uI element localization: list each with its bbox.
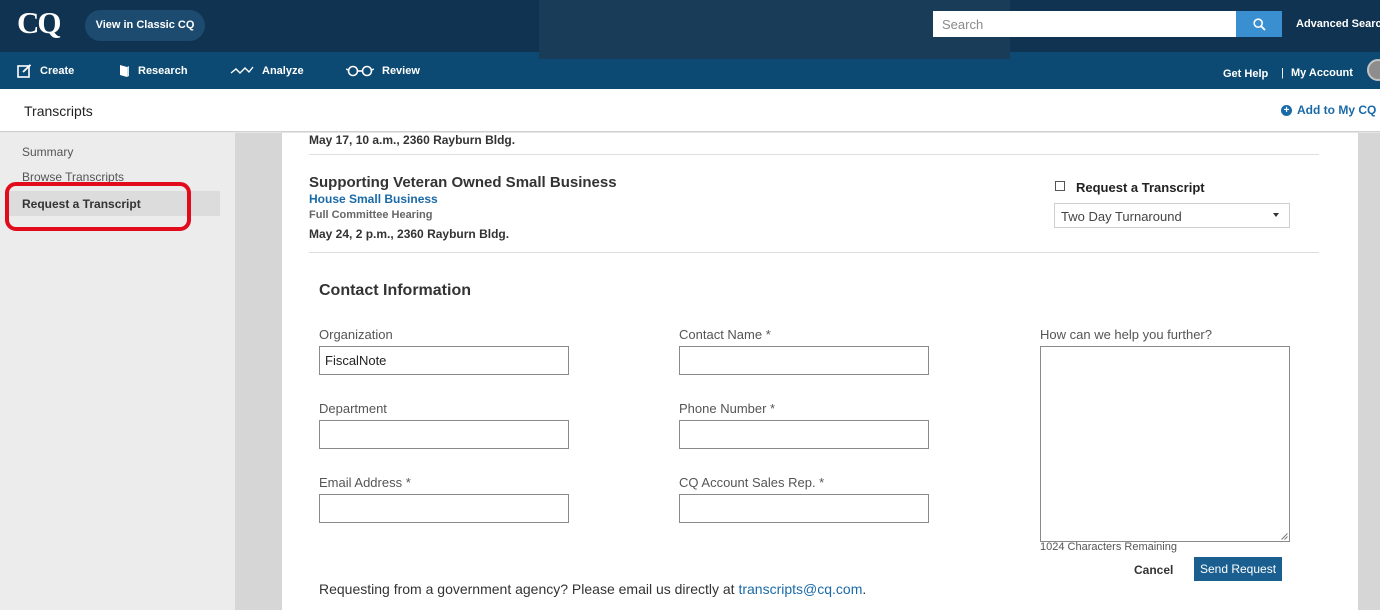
page-title: Transcripts bbox=[24, 103, 93, 119]
turnaround-selected-value: Two Day Turnaround bbox=[1061, 209, 1182, 224]
sidebar: Summary Browse Transcripts Request a Tra… bbox=[0, 133, 235, 610]
sidebar-item-request-transcript[interactable]: Request a Transcript bbox=[8, 191, 220, 216]
organization-field[interactable] bbox=[319, 346, 569, 375]
cq-logo[interactable]: CQ bbox=[17, 5, 61, 41]
nav-bar-shade bbox=[539, 52, 1010, 59]
divider bbox=[309, 252, 1319, 253]
contact-information-heading: Contact Information bbox=[319, 282, 471, 299]
contact-name-field[interactable] bbox=[679, 346, 929, 375]
sidebar-item-browse-transcripts[interactable]: Browse Transcripts bbox=[22, 170, 124, 184]
nav-review-label: Review bbox=[382, 64, 420, 77]
cancel-button[interactable]: Cancel bbox=[1134, 563, 1173, 577]
send-request-button[interactable]: Send Request bbox=[1194, 557, 1282, 581]
department-label: Department bbox=[319, 401, 387, 416]
view-classic-cq-button[interactable]: View in Classic CQ bbox=[85, 10, 205, 41]
search-button[interactable] bbox=[1236, 11, 1282, 37]
advanced-search-link[interactable]: Advanced Search bbox=[1296, 18, 1380, 30]
nav-bar: Create Research Analyze Review Get Help … bbox=[0, 52, 1380, 89]
analyze-icon bbox=[230, 66, 254, 74]
department-field[interactable] bbox=[319, 420, 569, 449]
content-gutter-left bbox=[235, 133, 282, 610]
hearing-date: May 24, 2 p.m., 2360 Rayburn Bldg. bbox=[309, 227, 510, 241]
footer-period: . bbox=[862, 581, 867, 597]
organization-label: Organization bbox=[319, 327, 393, 342]
nav-research[interactable]: Research bbox=[119, 52, 188, 89]
top-bar: CQ View in Classic CQ Advanced Search bbox=[0, 0, 1380, 59]
divider bbox=[309, 154, 1319, 155]
phone-number-field[interactable] bbox=[679, 420, 929, 449]
sales-rep-field[interactable] bbox=[679, 494, 929, 523]
phone-number-label: Phone Number * bbox=[679, 401, 776, 416]
hearing-type: Full Committee Hearing bbox=[309, 209, 433, 221]
nav-separator: | bbox=[1281, 67, 1284, 79]
search-input[interactable] bbox=[933, 11, 1236, 37]
previous-hearing-date: May 17, 10 a.m., 2360 Rayburn Bldg. bbox=[309, 133, 516, 147]
resize-grip-icon[interactable] bbox=[1281, 533, 1288, 540]
chevron-down-icon bbox=[1273, 213, 1279, 217]
turnaround-select[interactable]: Two Day Turnaround bbox=[1054, 203, 1290, 228]
main-content: May 17, 10 a.m., 2360 Rayburn Bldg. Supp… bbox=[282, 133, 1358, 610]
add-to-mycq-link[interactable]: + Add to My CQ bbox=[1281, 103, 1376, 117]
plus-circle-icon: + bbox=[1281, 104, 1292, 116]
nav-analyze-label: Analyze bbox=[262, 64, 304, 77]
email-field[interactable] bbox=[319, 494, 569, 523]
hearing-title: Supporting Veteran Owned Small Business bbox=[309, 174, 617, 191]
sidebar-item-summary[interactable]: Summary bbox=[22, 145, 73, 159]
review-icon bbox=[346, 65, 374, 76]
sidebar-item-label: Request a Transcript bbox=[22, 197, 141, 211]
get-help-link[interactable]: Get Help bbox=[1223, 68, 1268, 80]
help-textarea[interactable] bbox=[1040, 346, 1290, 542]
nav-research-label: Research bbox=[138, 64, 188, 77]
footer-note-text: Requesting from a government agency? Ple… bbox=[319, 581, 739, 597]
sub-header: Transcripts + Add to My CQ bbox=[0, 89, 1380, 132]
sales-rep-label: CQ Account Sales Rep. * bbox=[679, 475, 825, 490]
help-label: How can we help you further? bbox=[1040, 327, 1212, 342]
nav-analyze[interactable]: Analyze bbox=[230, 52, 304, 89]
create-icon bbox=[17, 63, 32, 78]
transcripts-email-link[interactable]: transcripts@cq.com bbox=[738, 581, 862, 597]
characters-remaining: 1024 Characters Remaining bbox=[1040, 541, 1177, 553]
nav-create-label: Create bbox=[40, 64, 75, 77]
add-to-mycq-label: Add to My CQ bbox=[1297, 103, 1377, 117]
government-agency-note: Requesting from a government agency? Ple… bbox=[319, 581, 866, 597]
request-transcript-label[interactable]: Request a Transcript bbox=[1076, 180, 1205, 195]
content-gutter-right bbox=[1358, 133, 1380, 610]
hearing-committee-link[interactable]: House Small Business bbox=[309, 192, 438, 206]
email-label: Email Address * bbox=[319, 475, 411, 490]
request-transcript-checkbox[interactable] bbox=[1055, 181, 1065, 191]
research-icon bbox=[120, 64, 129, 77]
my-account-link[interactable]: My Account bbox=[1291, 67, 1353, 79]
nav-create[interactable]: Create bbox=[17, 52, 74, 89]
search-icon bbox=[1252, 17, 1266, 31]
contact-name-label: Contact Name * bbox=[679, 327, 771, 342]
nav-review[interactable]: Review bbox=[346, 52, 420, 89]
